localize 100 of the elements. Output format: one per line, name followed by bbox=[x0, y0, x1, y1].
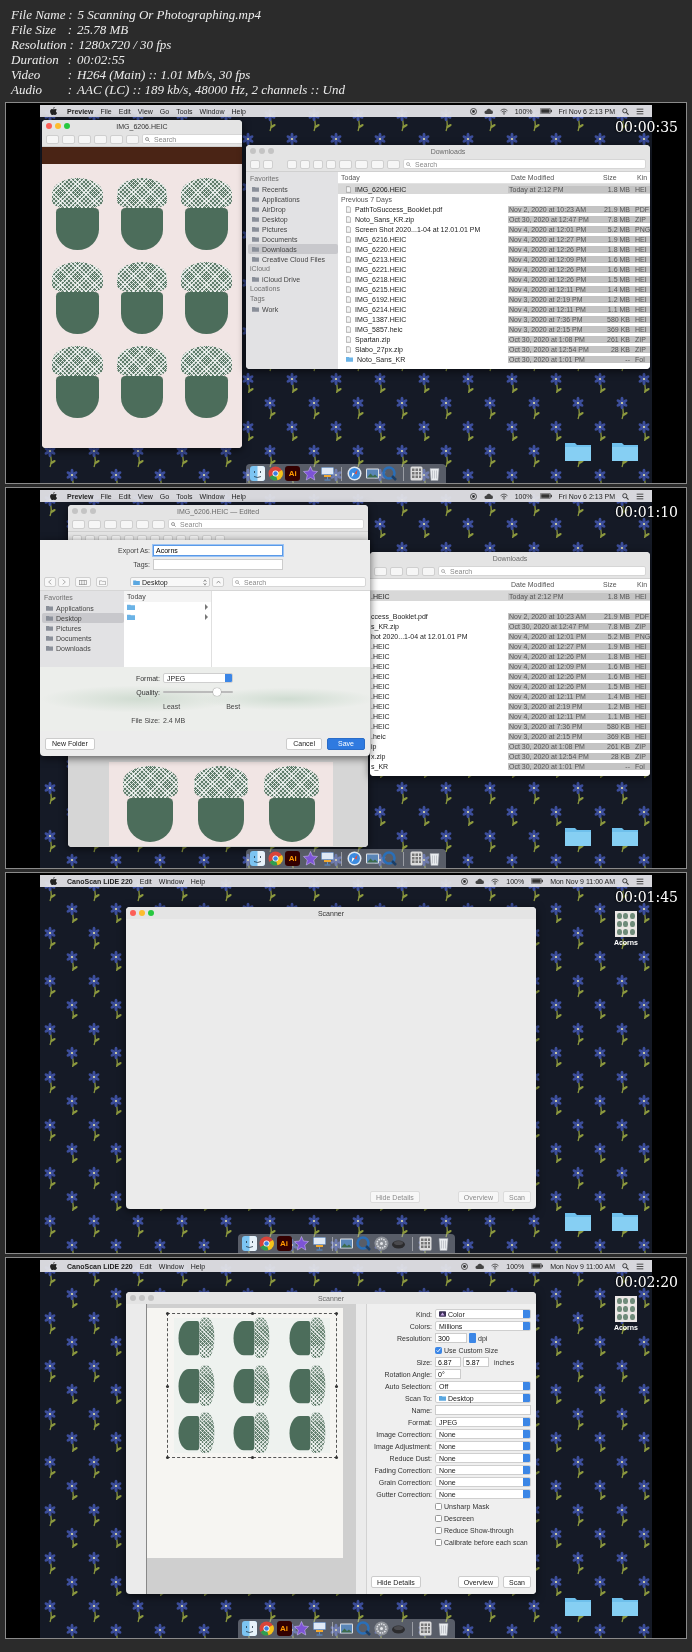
selection-handle[interactable] bbox=[166, 1312, 169, 1315]
list-icon[interactable] bbox=[636, 1262, 644, 1270]
podium-icon[interactable] bbox=[311, 1621, 327, 1636]
tags-field[interactable] bbox=[153, 559, 283, 570]
cloud-icon[interactable] bbox=[483, 492, 493, 500]
cloud-icon[interactable] bbox=[483, 107, 493, 115]
info-separator: : bbox=[66, 52, 74, 67]
battery-icon[interactable] bbox=[539, 108, 552, 114]
cloud-icon[interactable] bbox=[475, 877, 485, 885]
picture-icon[interactable] bbox=[338, 1621, 354, 1636]
wifi-icon[interactable] bbox=[499, 107, 508, 115]
selection-handle[interactable] bbox=[251, 1312, 254, 1315]
selection-handle[interactable] bbox=[335, 1456, 338, 1459]
apple-icon[interactable] bbox=[50, 877, 57, 885]
folder-icon[interactable] bbox=[565, 1211, 591, 1231]
search-icon[interactable] bbox=[622, 107, 629, 115]
podium-icon[interactable] bbox=[311, 1236, 327, 1251]
image-thumbnail-icon[interactable] bbox=[614, 1296, 637, 1322]
battery-icon[interactable] bbox=[531, 878, 544, 884]
selection-handle[interactable] bbox=[335, 1312, 338, 1315]
compass-icon[interactable] bbox=[347, 466, 363, 481]
checkbox[interactable] bbox=[435, 1526, 442, 1534]
search-icon[interactable] bbox=[622, 877, 629, 885]
timestamp: 00:01:45 bbox=[615, 889, 678, 905]
star-icon[interactable] bbox=[302, 466, 318, 481]
battery-icon[interactable] bbox=[539, 493, 552, 499]
selection-handle[interactable] bbox=[251, 1456, 254, 1459]
picture-icon[interactable] bbox=[364, 851, 380, 866]
slider-thumb[interactable] bbox=[212, 688, 221, 696]
picture-icon[interactable] bbox=[338, 1236, 354, 1251]
folder-icon bbox=[252, 306, 259, 312]
cloud-icon[interactable] bbox=[475, 1262, 485, 1270]
folder-icon[interactable] bbox=[612, 441, 638, 461]
timestamp: 00:01:10 bbox=[615, 504, 678, 520]
info-label: Duration bbox=[11, 52, 60, 67]
info-value: H264 (Main) :: 1.01 Mb/s, 30 fps bbox=[77, 67, 251, 82]
record-icon[interactable] bbox=[469, 107, 477, 115]
folder-icon[interactable] bbox=[612, 1596, 638, 1616]
wifi-icon[interactable] bbox=[499, 492, 508, 500]
search-icon[interactable] bbox=[622, 492, 629, 500]
star-icon[interactable] bbox=[294, 1621, 309, 1636]
trash-icon[interactable] bbox=[426, 466, 442, 481]
info-label: Resolution bbox=[11, 37, 67, 52]
record-icon[interactable] bbox=[461, 1262, 469, 1270]
wifi-icon[interactable] bbox=[491, 877, 500, 885]
record-icon[interactable] bbox=[461, 877, 469, 885]
app-icon[interactable]: Ai bbox=[285, 851, 301, 866]
checkbox[interactable] bbox=[435, 1346, 442, 1354]
app-icon[interactable]: Ai bbox=[285, 466, 301, 481]
gear-icon[interactable] bbox=[373, 1621, 389, 1636]
folder-icon bbox=[439, 1395, 446, 1401]
compass-icon[interactable] bbox=[347, 851, 363, 866]
checkbox[interactable] bbox=[435, 1538, 442, 1546]
trash-icon[interactable] bbox=[435, 1236, 451, 1251]
smiling-face-icon[interactable] bbox=[250, 851, 266, 866]
selection-handle[interactable] bbox=[166, 1384, 169, 1388]
info-value: 5 Scanning Or Photographing.mp4 bbox=[77, 7, 261, 22]
picture-icon[interactable] bbox=[364, 466, 380, 481]
podium-icon[interactable] bbox=[320, 851, 336, 866]
gear-icon[interactable] bbox=[373, 1236, 389, 1251]
folder-icon[interactable] bbox=[565, 826, 591, 846]
updown-arrows-icon bbox=[203, 578, 207, 586]
trash-icon[interactable] bbox=[426, 851, 442, 866]
apple-icon[interactable] bbox=[50, 1262, 57, 1270]
podium-icon[interactable] bbox=[320, 466, 336, 481]
battery-icon[interactable] bbox=[531, 1263, 544, 1269]
checkbox[interactable] bbox=[435, 1514, 442, 1522]
wifi-icon[interactable] bbox=[491, 1262, 500, 1270]
folder-icon[interactable] bbox=[565, 441, 591, 461]
circle-logo-icon[interactable] bbox=[267, 851, 283, 866]
folder-icon[interactable] bbox=[612, 1211, 638, 1231]
selection-handle[interactable] bbox=[335, 1384, 338, 1388]
name-field[interactable] bbox=[435, 1405, 531, 1415]
info-label: File Name bbox=[11, 7, 66, 22]
apple-icon[interactable] bbox=[50, 492, 57, 500]
view-button[interactable] bbox=[75, 577, 91, 587]
search-icon[interactable] bbox=[622, 1262, 629, 1270]
selection-handle[interactable] bbox=[166, 1456, 169, 1459]
trash-icon[interactable] bbox=[435, 1621, 451, 1636]
circle-logo-icon[interactable] bbox=[259, 1621, 274, 1636]
checkbox[interactable] bbox=[435, 1502, 442, 1510]
color-swatch-icon bbox=[439, 1311, 446, 1317]
list-icon[interactable] bbox=[636, 492, 644, 500]
circle-logo-icon[interactable] bbox=[267, 466, 283, 481]
folder-icon[interactable] bbox=[565, 1596, 591, 1616]
list-icon[interactable] bbox=[636, 107, 644, 115]
star-icon[interactable] bbox=[302, 851, 318, 866]
list-icon[interactable] bbox=[636, 877, 644, 885]
chevron-right-icon bbox=[62, 579, 66, 585]
star-icon[interactable] bbox=[294, 1236, 309, 1251]
record-icon[interactable] bbox=[469, 492, 477, 500]
image-thumbnail-icon[interactable] bbox=[614, 911, 637, 937]
apple-icon[interactable] bbox=[50, 107, 57, 115]
folder-icon[interactable] bbox=[612, 826, 638, 846]
smiling-face-icon[interactable] bbox=[250, 466, 266, 481]
timestamp: 00:02:20 bbox=[615, 1274, 678, 1290]
circle-logo-icon[interactable] bbox=[259, 1236, 274, 1251]
folder-icon bbox=[98, 579, 106, 585]
columns-icon bbox=[79, 579, 87, 585]
info-separator: : bbox=[66, 22, 74, 37]
